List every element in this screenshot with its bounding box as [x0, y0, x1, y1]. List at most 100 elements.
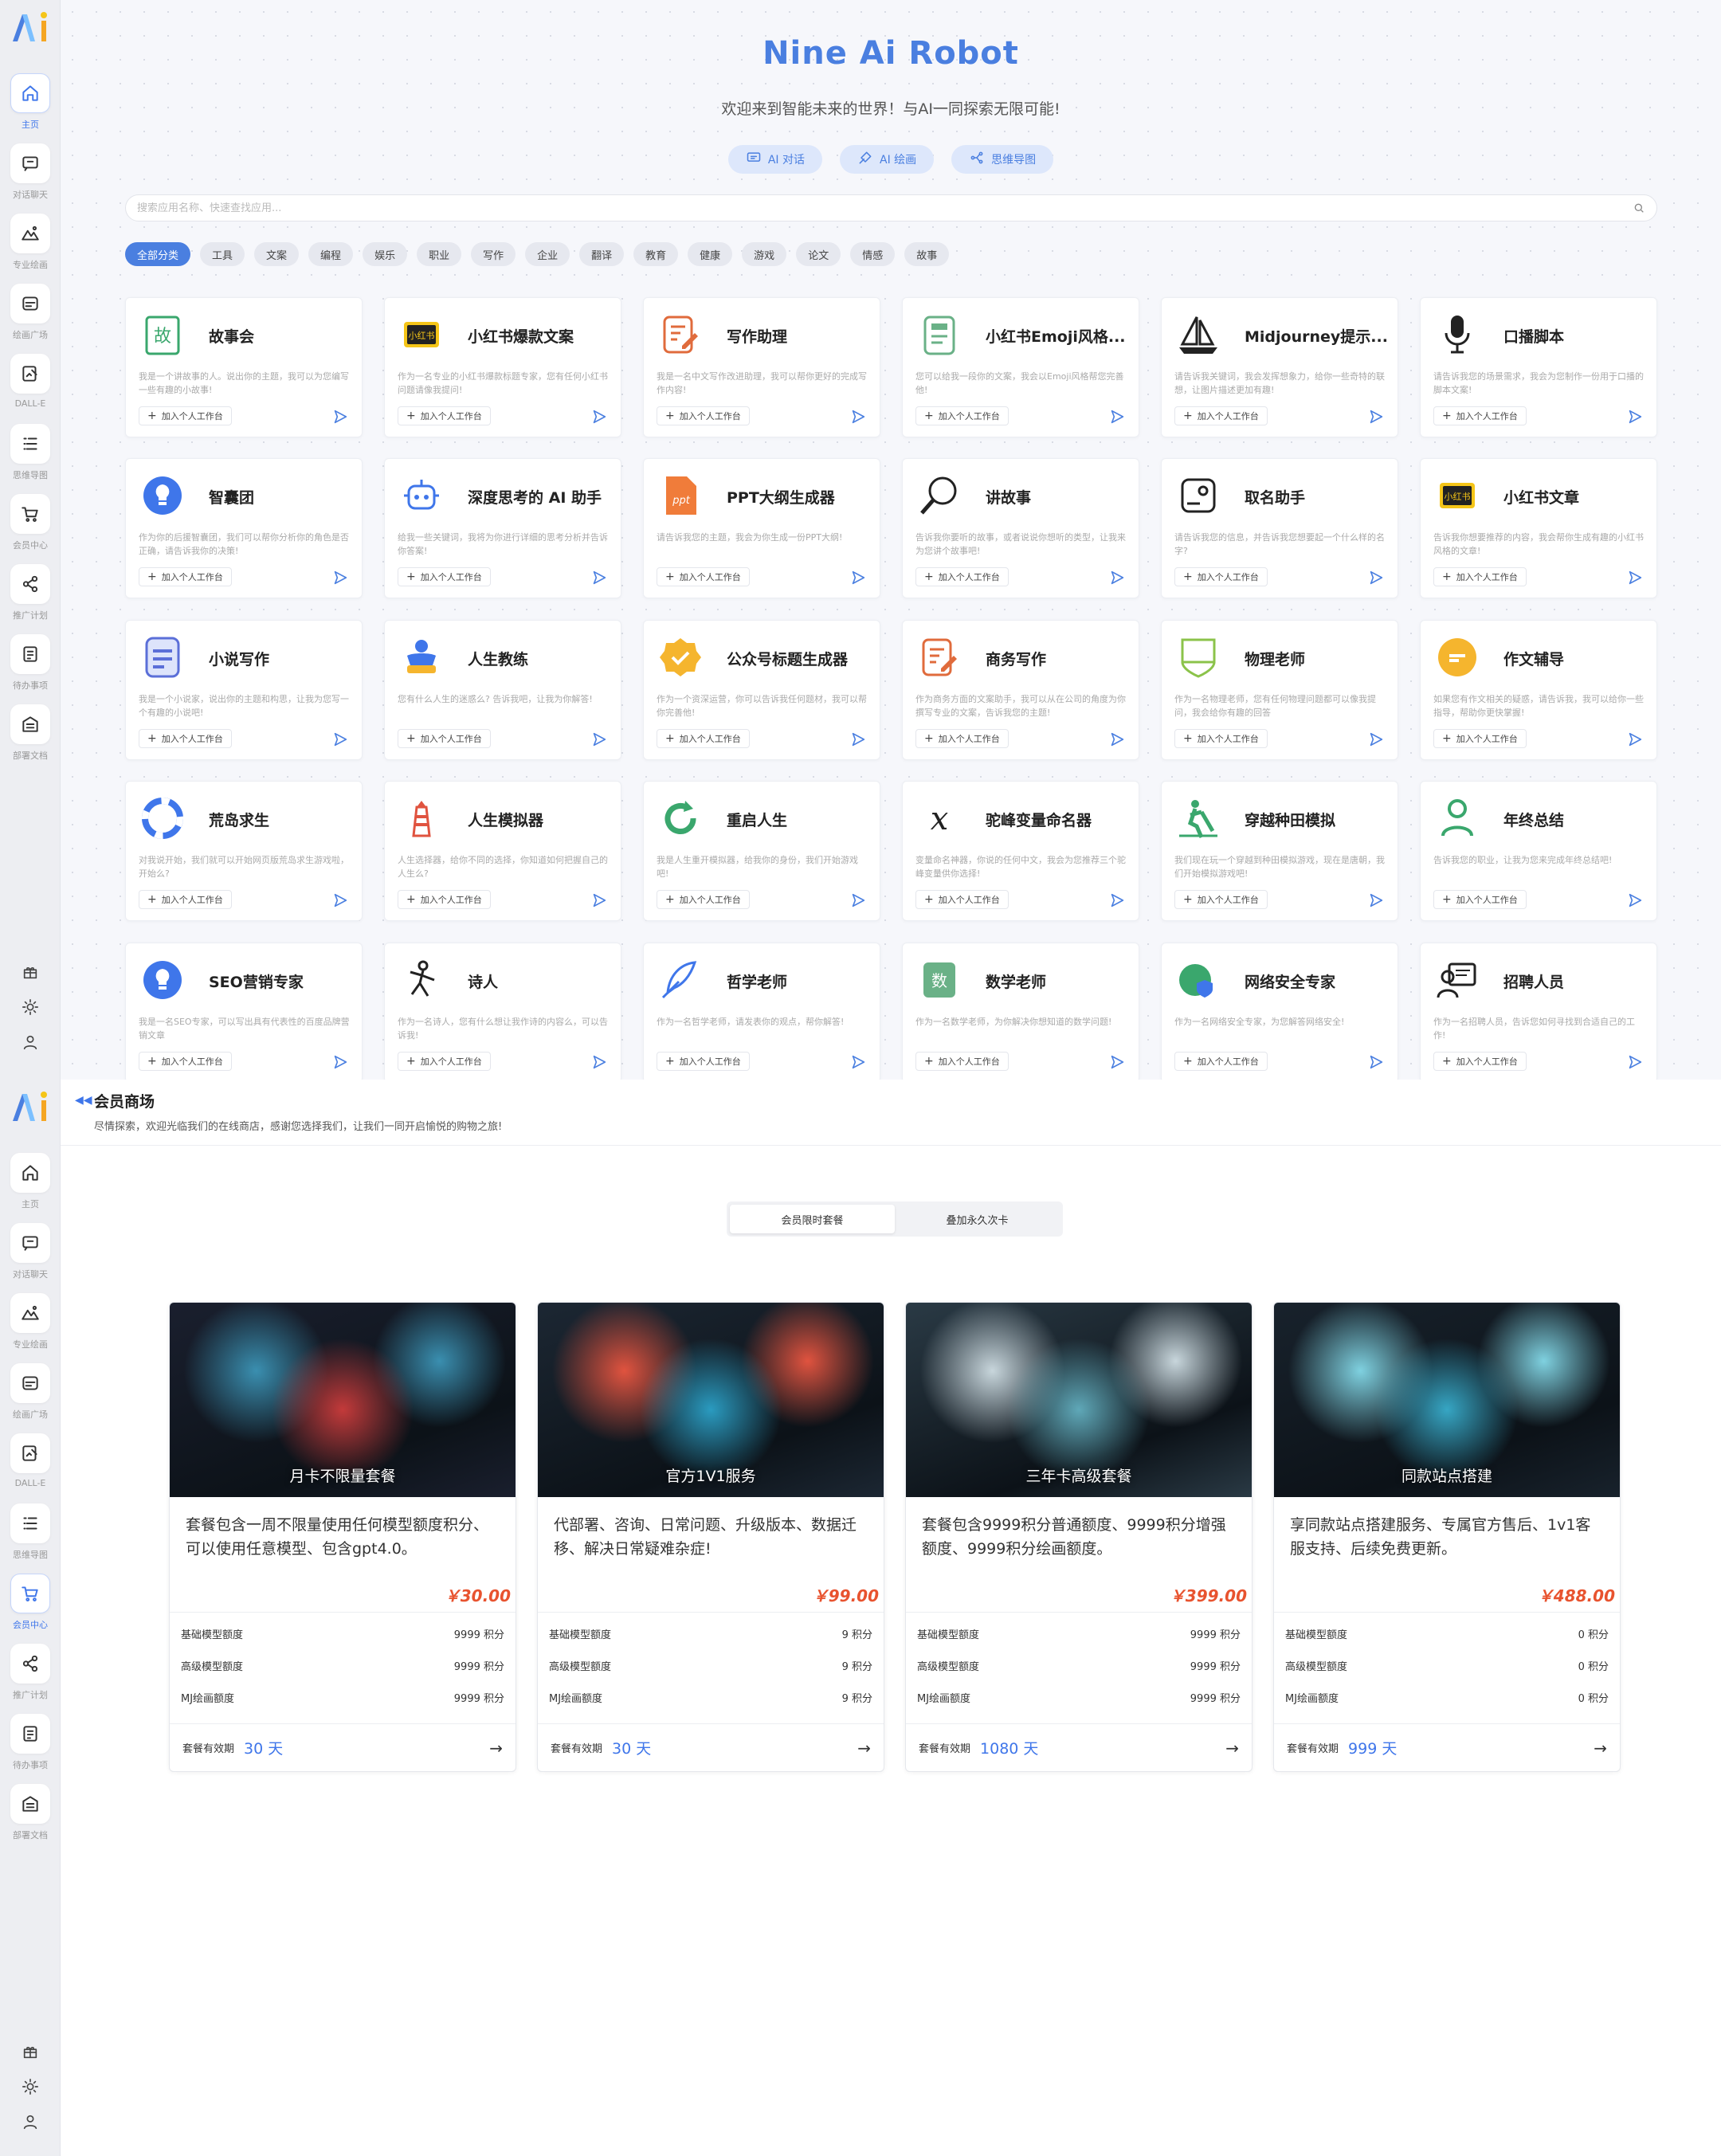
nav-item-image-edit[interactable]: DALL-E [0, 354, 61, 424]
nav-item-cart[interactable]: 会员中心 [0, 494, 61, 564]
category-tab[interactable]: 论文 [796, 242, 841, 266]
app-card[interactable]: Midjourney提示... 请告诉我关键词，我会发挥想象力，给你一些奇特的联想… [1161, 297, 1398, 437]
package-card[interactable]: 三年卡高级套餐 套餐包含9999积分普通额度、9999积分增强额度、9999积分绘… [905, 1302, 1253, 1772]
app-card[interactable]: 重启人生 我是人生重开模拟器，给我你的身份，我们开始游戏吧! + 加入个人工作台 [643, 781, 880, 921]
package-tab[interactable]: 叠加永久次卡 [895, 1205, 1060, 1233]
add-to-workspace-button[interactable]: + 加入个人工作台 [139, 567, 232, 586]
send-icon[interactable] [849, 1053, 867, 1071]
send-icon[interactable] [1367, 569, 1385, 586]
send-icon[interactable] [1626, 569, 1644, 586]
send-icon[interactable] [590, 408, 608, 425]
category-tab[interactable]: 健康 [688, 242, 733, 266]
add-to-workspace-button[interactable]: + 加入个人工作台 [398, 406, 491, 425]
category-tab[interactable]: 全部分类 [125, 242, 191, 266]
quick-link-mindmap[interactable]: 思维导图 [951, 145, 1054, 174]
category-tab[interactable]: 职业 [417, 242, 462, 266]
app-card[interactable]: 公众号标题生成器 作为一个资深运营，你可以告诉我任何题材，我可以帮你完善他! + 加入… [643, 620, 880, 760]
app-card[interactable]: 小红书 小红书文章 告诉我你想要推荐的内容，我会帮你生成有趣的小红书风格的文章! + 加… [1420, 458, 1657, 598]
app-card[interactable]: 哲学老师 作为一名哲学老师，请发表你的观点，帮你解答! + 加入个人工作台 [643, 943, 880, 1080]
app-card[interactable]: 人生教练 您有什么人生的迷惑么? 告诉我吧，让我为你解答! + 加入个人工作台 [384, 620, 621, 760]
app-card[interactable]: 写作助理 我是一名中文写作改进助理，我可以帮你更好的完成写作内容! + 加入个人工作台 [643, 297, 880, 437]
category-tab[interactable]: 翻译 [579, 242, 625, 266]
app-card[interactable]: 小说写作 我是一个小说家，说出你的主题和构思，让我为您写一个有趣的小说吧! + 加入个… [125, 620, 363, 760]
send-icon[interactable] [331, 408, 349, 425]
package-card[interactable]: 月卡不限量套餐 套餐包含一周不限量使用任何模型额度积分、可以使用任意模型、包含gp… [169, 1302, 516, 1772]
send-icon[interactable] [849, 569, 867, 586]
send-icon[interactable] [1108, 892, 1126, 909]
add-to-workspace-button[interactable]: + 加入个人工作台 [1174, 1052, 1268, 1071]
app-card[interactable]: ppt PPT大纲生成器 请告诉我您的主题，我会为你生成一份PPT大纲! + 加入个人工… [643, 458, 880, 598]
add-to-workspace-button[interactable]: + 加入个人工作台 [657, 406, 750, 425]
add-to-workspace-button[interactable]: + 加入个人工作台 [915, 729, 1009, 748]
add-to-workspace-button[interactable]: + 加入个人工作台 [398, 729, 491, 748]
add-to-workspace-button[interactable]: + 加入个人工作台 [398, 1052, 491, 1071]
send-icon[interactable] [1626, 731, 1644, 748]
app-card[interactable]: 讲故事 告诉我你要听的故事，或者说说你想听的类型，让我来为您讲个故事吧! + 加入个人… [902, 458, 1139, 598]
add-to-workspace-button[interactable]: + 加入个人工作台 [1174, 567, 1268, 586]
send-icon[interactable] [331, 1053, 349, 1071]
user-icon[interactable] [19, 2111, 41, 2133]
nav-item-chat[interactable]: 对话聊天 [0, 1223, 61, 1293]
add-to-workspace-button[interactable]: + 加入个人工作台 [915, 1052, 1009, 1071]
add-to-workspace-button[interactable]: + 加入个人工作台 [1433, 1052, 1527, 1071]
arrow-right-icon[interactable]: → [489, 1739, 503, 1758]
add-to-workspace-button[interactable]: + 加入个人工作台 [915, 890, 1009, 909]
send-icon[interactable] [590, 731, 608, 748]
category-tab[interactable]: 工具 [200, 242, 245, 266]
app-card[interactable]: 年终总结 告诉我您的职业，让我为您来完成年终总结吧! + 加入个人工作台 [1420, 781, 1657, 921]
add-to-workspace-button[interactable]: + 加入个人工作台 [139, 729, 232, 748]
category-tab[interactable]: 情感 [850, 242, 896, 266]
sun-icon[interactable] [19, 2076, 41, 2098]
nav-item-todo[interactable]: 待办事项 [0, 1714, 61, 1784]
category-tab[interactable]: 娱乐 [363, 242, 408, 266]
nav-item-chat[interactable]: 对话聊天 [0, 143, 61, 214]
arrow-right-icon[interactable]: → [1594, 1739, 1607, 1758]
send-icon[interactable] [590, 892, 608, 909]
nav-item-home[interactable]: 主页 [0, 73, 61, 143]
send-icon[interactable] [1367, 1053, 1385, 1071]
nav-item-mountain[interactable]: 专业绘画 [0, 214, 61, 284]
send-icon[interactable] [590, 569, 608, 586]
add-to-workspace-button[interactable]: + 加入个人工作台 [1433, 406, 1527, 425]
app-card[interactable]: 取名助手 请告诉我您的信息，并告诉我您想要起一个什么样的名字? + 加入个人工作台 [1161, 458, 1398, 598]
category-tab[interactable]: 教育 [633, 242, 679, 266]
nav-item-list[interactable]: 思维导图 [0, 424, 61, 494]
app-card[interactable]: 口播脚本 请告诉我您的场景需求，我会为您制作一份用于口播的脚本文案! + 加入个人工作… [1420, 297, 1657, 437]
nav-item-gallery[interactable]: 绘画广场 [0, 284, 61, 354]
back-icon[interactable]: ◀◀ [75, 1094, 92, 1107]
gift-icon[interactable] [19, 961, 41, 983]
category-tab[interactable]: 编程 [308, 242, 354, 266]
category-tab[interactable]: 写作 [471, 242, 516, 266]
app-card[interactable]: 深度思考的 AI 助手 给我一些关键词，我将为你进行详细的思考分析并告诉你答案! +… [384, 458, 621, 598]
app-card[interactable]: x 驼峰变量命名器 变量命名神器，你说的任何中文，我会为您推荐三个驼峰变量供你选择!… [902, 781, 1139, 921]
add-to-workspace-button[interactable]: + 加入个人工作台 [1433, 890, 1527, 909]
app-card[interactable]: 穿越种田模拟 我们现在玩一个穿越到种田模拟游戏，现在是唐朝，我们开始模拟游戏吧! +… [1161, 781, 1398, 921]
app-card[interactable]: 物理老师 作为一名物理老师，您有任何物理问题都可以像我提问，我会给你有趣的回答 + 加… [1161, 620, 1398, 760]
app-card[interactable]: 人生模拟器 人生选择器，给你不同的选择，你知道如何把握自己的人生么? + 加入个人工作… [384, 781, 621, 921]
send-icon[interactable] [849, 731, 867, 748]
quick-link-chat[interactable]: AI 对话 [727, 145, 822, 174]
arrow-right-icon[interactable]: → [857, 1739, 871, 1758]
arrow-right-icon[interactable]: → [1225, 1739, 1239, 1758]
search-icon[interactable] [1633, 202, 1645, 214]
app-card[interactable]: 小红书Emoji风格... 您可以给我一段你的文案，我会以Emoji风格帮您完善他… [902, 297, 1139, 437]
add-to-workspace-button[interactable]: + 加入个人工作台 [657, 567, 750, 586]
nav-item-home[interactable]: 主页 [0, 1153, 61, 1223]
nav-item-share[interactable]: 推广计划 [0, 564, 61, 634]
add-to-workspace-button[interactable]: + 加入个人工作台 [657, 890, 750, 909]
app-card[interactable]: 故 故事会 我是一个讲故事的人。说出你的主题，我可以为您编写一些有趣的小故事! + 加入… [125, 297, 363, 437]
search-input[interactable] [137, 202, 1633, 214]
send-icon[interactable] [1626, 892, 1644, 909]
send-icon[interactable] [1108, 731, 1126, 748]
add-to-workspace-button[interactable]: + 加入个人工作台 [1433, 729, 1527, 748]
send-icon[interactable] [1626, 1053, 1644, 1071]
nav-item-share[interactable]: 推广计划 [0, 1644, 61, 1714]
category-tab[interactable]: 企业 [525, 242, 570, 266]
add-to-workspace-button[interactable]: + 加入个人工作台 [139, 1052, 232, 1071]
add-to-workspace-button[interactable]: + 加入个人工作台 [1174, 406, 1268, 425]
quick-link-brush[interactable]: AI 绘画 [840, 145, 935, 174]
add-to-workspace-button[interactable]: + 加入个人工作台 [657, 729, 750, 748]
add-to-workspace-button[interactable]: + 加入个人工作台 [398, 567, 491, 586]
package-card[interactable]: 同款站点搭建 享同款站点搭建服务、专属官方售后、1v1客服支持、后续免费更新。 ￥4… [1273, 1302, 1621, 1772]
nav-item-list[interactable]: 思维导图 [0, 1503, 61, 1574]
